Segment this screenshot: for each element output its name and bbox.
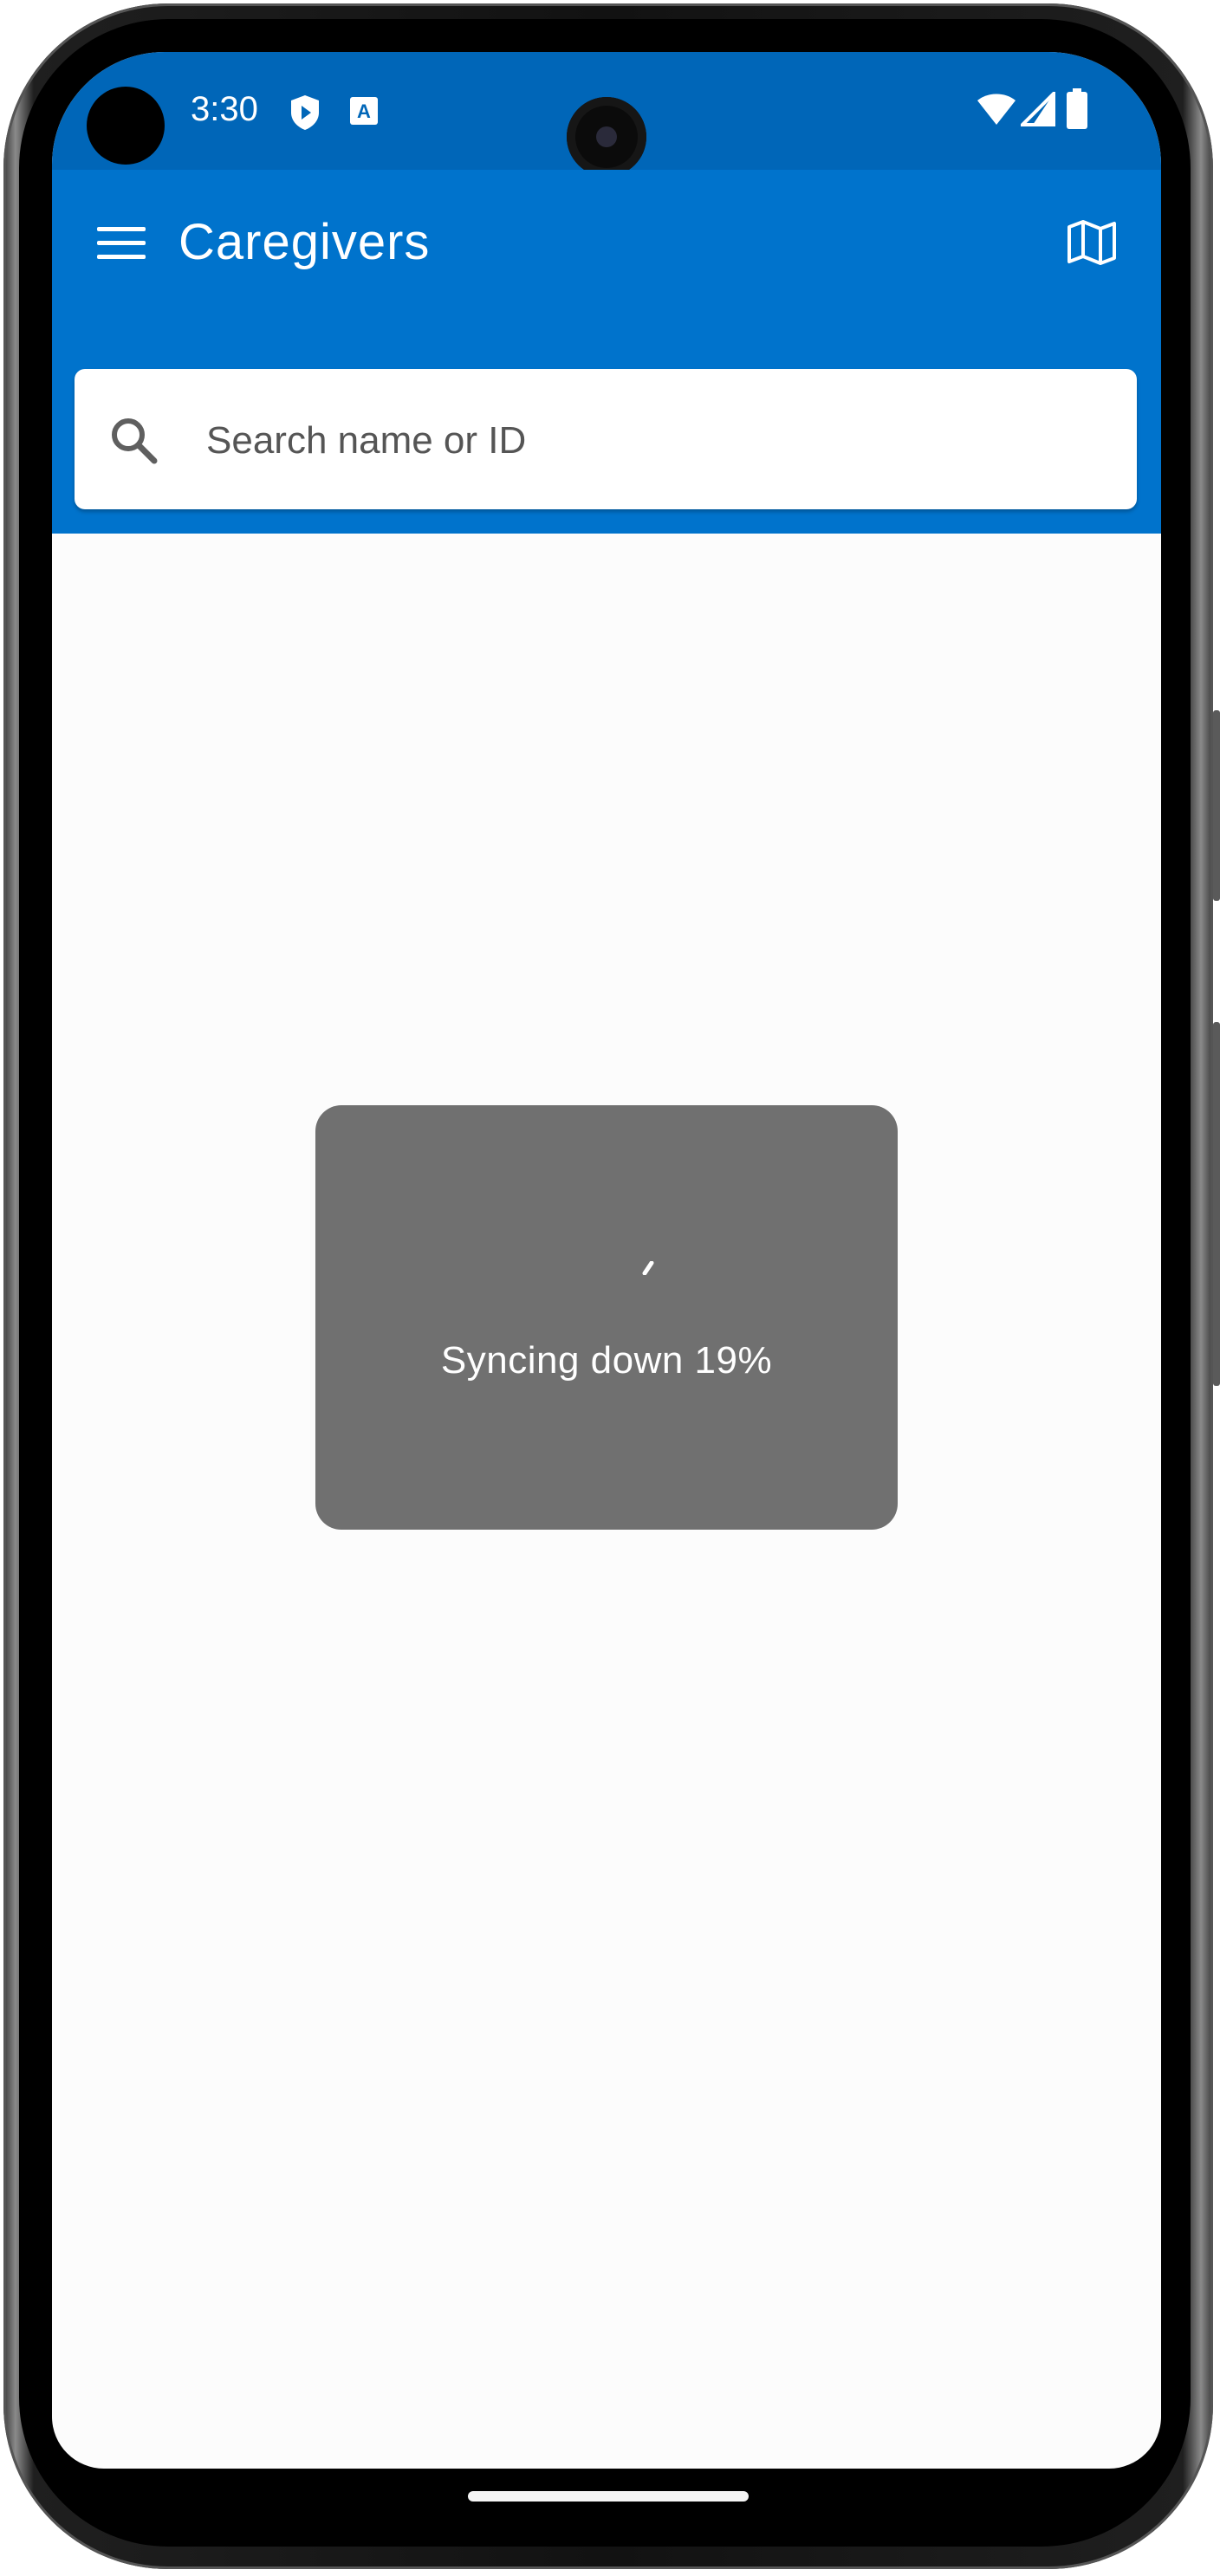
loading-spinner-icon (641, 1260, 655, 1276)
front-camera (567, 97, 646, 177)
phone-frame: 3:30 A Caregivers Search name or ID Sync… (0, 0, 1220, 2576)
status-time: 3:30 (191, 90, 258, 128)
screen: 3:30 A Caregivers Search name or ID Sync… (52, 52, 1161, 2469)
home-indicator[interactable] (468, 2491, 749, 2502)
search-icon (107, 414, 159, 466)
hamburger-menu-icon (97, 223, 146, 266)
camera-cutout-left (87, 87, 165, 165)
map-icon (1066, 218, 1118, 271)
search-input[interactable] (204, 404, 1109, 478)
page-title: Caregivers (178, 214, 431, 270)
wifi-icon (976, 90, 1017, 133)
app-bar: Caregivers (52, 170, 1161, 534)
menu-button[interactable] (87, 210, 156, 279)
shield-play-icon (288, 94, 322, 136)
status-bar: 3:30 A (52, 52, 1161, 177)
volume-button (1213, 710, 1220, 901)
sync-status-text: Syncing down 19% (440, 1339, 773, 1382)
search-bar[interactable] (75, 369, 1137, 509)
map-button[interactable] (1057, 210, 1126, 279)
power-button (1213, 1022, 1220, 1386)
battery-icon (1066, 88, 1088, 134)
svg-text:A: A (357, 100, 371, 122)
cellular-signal-icon (1018, 89, 1055, 131)
font-a-icon: A (348, 94, 380, 133)
sync-progress-dialog: Syncing down 19% (315, 1105, 898, 1530)
